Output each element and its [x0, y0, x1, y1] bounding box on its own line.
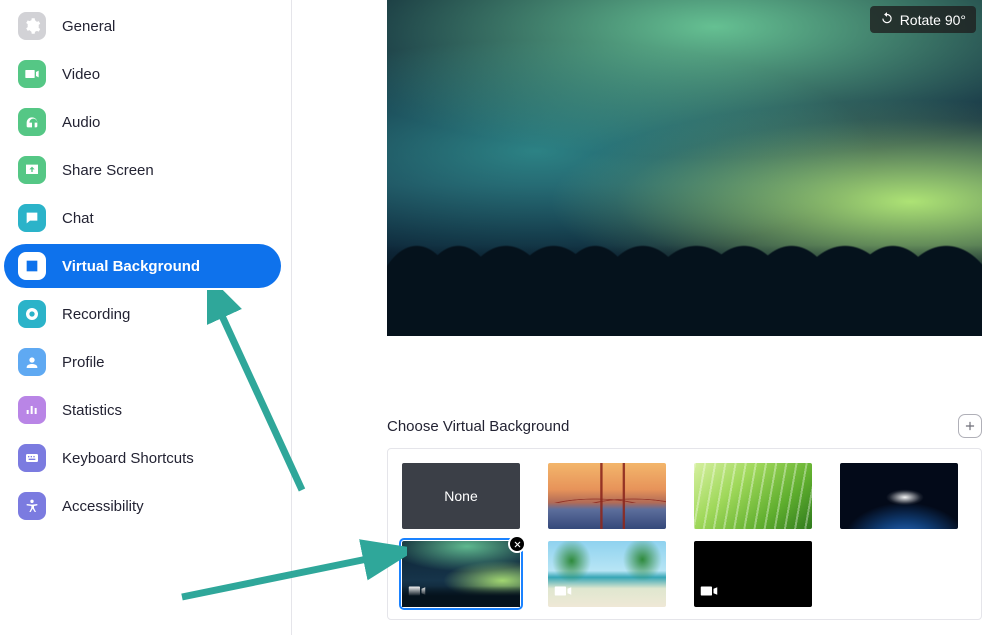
add-background-button[interactable]: [958, 414, 982, 438]
sidebar-item-virtual-background[interactable]: Virtual Background: [4, 244, 281, 288]
background-preview-image: [387, 0, 982, 336]
sidebar-item-label: Share Screen: [62, 162, 154, 179]
choose-background-title: Choose Virtual Background: [387, 418, 569, 435]
plus-icon: [963, 419, 977, 433]
background-thumb-bridge[interactable]: [548, 463, 666, 529]
camera-icon: [554, 584, 572, 603]
rotate-icon: [880, 11, 894, 28]
sidebar-item-accessibility[interactable]: Accessibility: [4, 484, 281, 528]
sidebar-item-share-screen[interactable]: Share Screen: [4, 148, 281, 192]
share-screen-icon: [18, 156, 46, 184]
sidebar-item-label: Recording: [62, 306, 130, 323]
background-thumb-none-label: None: [444, 488, 477, 504]
accessibility-icon: [18, 492, 46, 520]
sidebar-item-label: Profile: [62, 354, 105, 371]
sidebar-item-audio[interactable]: Audio: [4, 100, 281, 144]
headphones-icon: [18, 108, 46, 136]
camera-icon: [700, 584, 718, 603]
sidebar-item-general[interactable]: General: [4, 4, 281, 48]
profile-icon: [18, 348, 46, 376]
sidebar-item-label: Accessibility: [62, 498, 144, 515]
gear-icon: [18, 12, 46, 40]
sidebar-item-video[interactable]: Video: [4, 52, 281, 96]
background-thumb-aurora[interactable]: [402, 541, 520, 607]
sidebar-item-label: Statistics: [62, 402, 122, 419]
background-preview: Rotate 90°: [387, 0, 982, 336]
remove-background-button[interactable]: [508, 535, 526, 553]
background-thumbnails-panel: None: [387, 448, 982, 620]
rotate-90-button[interactable]: Rotate 90°: [870, 6, 976, 33]
sidebar-item-chat[interactable]: Chat: [4, 196, 281, 240]
sidebar-item-label: Virtual Background: [62, 258, 200, 275]
keyboard-icon: [18, 444, 46, 472]
background-thumb-grass[interactable]: [694, 463, 812, 529]
sidebar-item-statistics[interactable]: Statistics: [4, 388, 281, 432]
sidebar-item-recording[interactable]: Recording: [4, 292, 281, 336]
person-card-icon: [18, 252, 46, 280]
background-thumb-black[interactable]: [694, 541, 812, 607]
choose-background-header: Choose Virtual Background: [387, 414, 982, 438]
sidebar-item-profile[interactable]: Profile: [4, 340, 281, 384]
video-icon: [18, 60, 46, 88]
background-thumb-none[interactable]: None: [402, 463, 520, 529]
sidebar-item-label: General: [62, 18, 115, 35]
sidebar-item-label: Video: [62, 66, 100, 83]
virtual-background-panel: Rotate 90° Choose Virtual Background Non…: [292, 0, 991, 635]
camera-icon: [408, 584, 426, 603]
thumb-row: None: [402, 463, 967, 529]
close-icon: [513, 540, 522, 549]
sidebar-item-label: Chat: [62, 210, 94, 227]
settings-window: General Video Audio Share Screen Chat: [0, 0, 991, 635]
rotate-90-label: Rotate 90°: [900, 12, 966, 28]
settings-sidebar: General Video Audio Share Screen Chat: [0, 0, 292, 635]
sidebar-item-label: Keyboard Shortcuts: [62, 450, 194, 467]
record-icon: [18, 300, 46, 328]
sidebar-item-keyboard-shortcuts[interactable]: Keyboard Shortcuts: [4, 436, 281, 480]
background-thumb-earth[interactable]: [840, 463, 958, 529]
sidebar-item-label: Audio: [62, 114, 100, 131]
chat-icon: [18, 204, 46, 232]
background-thumb-beach[interactable]: [548, 541, 666, 607]
statistics-icon: [18, 396, 46, 424]
thumb-row: [402, 541, 967, 607]
